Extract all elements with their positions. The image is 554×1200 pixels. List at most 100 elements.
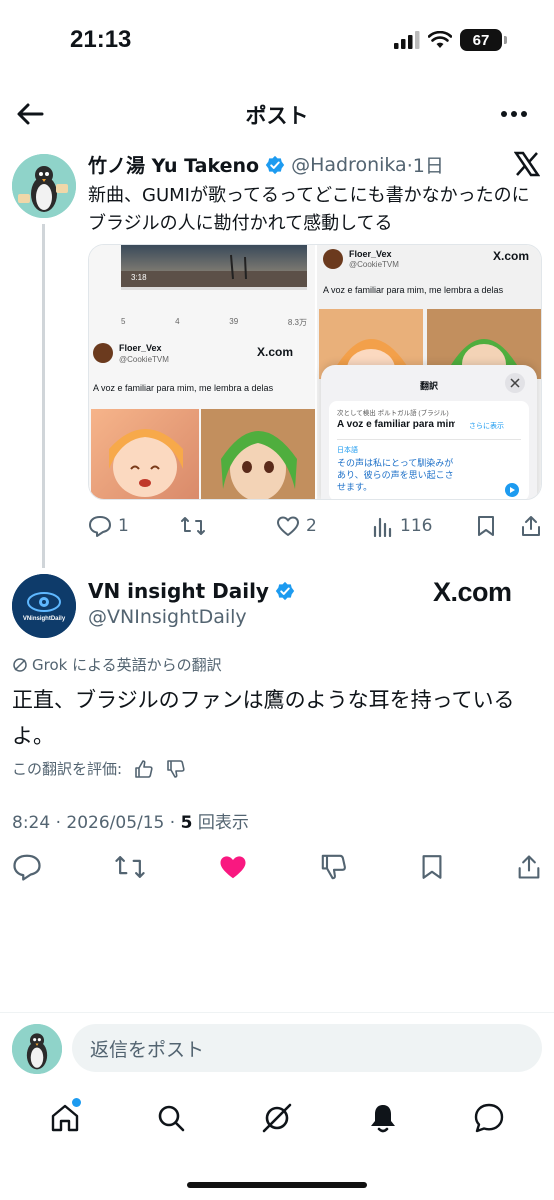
wifi-icon	[428, 31, 452, 48]
video-thumbnail	[121, 245, 307, 289]
mini-stat-views: 8.3万	[287, 318, 307, 327]
tweet2-author-name[interactable]: VN insight Daily	[88, 579, 269, 603]
avatar-caption: VNinsightDaily	[22, 616, 66, 622]
play-audio-button[interactable]	[505, 483, 519, 497]
tweet2-text: 正直、ブラジルのファンは鷹のような耳を持っているよ。	[12, 688, 515, 748]
vninsight-logo-image	[12, 574, 76, 638]
rate-translation-row: この翻訳を評価:	[12, 758, 186, 779]
divider	[337, 439, 521, 440]
green-hair-anime-image	[201, 409, 315, 499]
bell-icon	[371, 1105, 395, 1133]
avatar-takeno[interactable]	[12, 154, 76, 218]
verified-badge-icon	[265, 155, 285, 174]
tweet1-handle[interactable]: @Hadronika	[291, 154, 407, 176]
video-progress	[121, 287, 307, 290]
source-language: 次として検出 ポルトガル語 (ブラジル)	[337, 410, 449, 417]
repost-icon	[115, 856, 145, 878]
target-language: 日本語	[337, 447, 358, 454]
tweet2-name-row: VN insight Daily	[88, 579, 295, 603]
quote-text: A voz e familiar para mim, me lembra a d…	[93, 383, 274, 393]
nav-search[interactable]	[149, 1096, 193, 1140]
show-more-link[interactable]: さらに表示	[469, 421, 504, 431]
play-icon	[510, 487, 515, 493]
like-button[interactable]: 2	[276, 515, 372, 537]
verified-badge-icon	[275, 581, 295, 601]
bookmark-icon	[478, 516, 494, 536]
source-text: A voz e familiar para mim	[337, 419, 455, 430]
media-image-right[interactable]: Floer_Vex @CookieTVM X.com A voz e famil…	[317, 245, 541, 499]
heart-filled-icon	[220, 856, 246, 879]
thread-connector	[42, 224, 45, 568]
thumbs-down-icon	[321, 854, 346, 880]
nav-home[interactable]	[43, 1096, 87, 1140]
nav-grok[interactable]	[255, 1096, 299, 1140]
quote-brand: X.com	[257, 345, 294, 359]
repost-button[interactable]	[114, 853, 146, 881]
translated-text: その声は私にとって馴染みがあり、彼らの声を思い起こさせます。	[337, 458, 454, 492]
reply-icon	[13, 854, 41, 881]
tweet2-handle[interactable]: @VNInsightDaily	[88, 606, 247, 628]
translation-notice: Grok による英語からの翻訳	[12, 654, 222, 675]
tweet2-view-count: 5	[180, 813, 193, 833]
page-title: ポスト	[245, 104, 309, 128]
translate-card: 次として検出 ポルトガル語 (ブラジル) A voz e familiar pa…	[329, 401, 529, 499]
reply-input[interactable]: 返信をポスト	[72, 1024, 542, 1072]
views-button[interactable]: 116	[372, 515, 476, 537]
current-user-avatar[interactable]	[12, 1024, 62, 1074]
signal-icon	[394, 31, 420, 49]
mini-stats-row: 5 4 39 8.3万	[121, 317, 307, 328]
tweet1-author-name[interactable]: 竹ノ湯 Yu Takeno	[88, 151, 259, 178]
bookmark-icon	[422, 855, 442, 879]
status-time: 21:13	[70, 26, 132, 53]
nav-notifications[interactable]	[361, 1096, 405, 1140]
tweet2-timestamp: 8:24 · 2026/05/15 ·	[12, 813, 181, 833]
message-icon	[474, 1103, 504, 1133]
thumbs-up-icon[interactable]	[134, 759, 154, 779]
close-icon	[510, 378, 520, 388]
translation-notice-text: Grok による英語からの翻訳	[32, 656, 222, 674]
tweet1-media-grid[interactable]: 3:18 5 4 39 8.3万 Floer_Vex @CookieTVM X.…	[88, 244, 542, 500]
reply-button[interactable]	[12, 853, 42, 881]
more-button[interactable]	[496, 100, 532, 128]
heart-icon	[277, 516, 299, 536]
nav-messages[interactable]	[467, 1096, 511, 1140]
penguin-avatar-image	[12, 1024, 62, 1074]
home-indicator	[187, 1182, 367, 1188]
like-button[interactable]	[218, 853, 248, 881]
x-logo-icon	[514, 151, 540, 177]
xcom-brand-badge: X.com	[433, 577, 512, 607]
share-button[interactable]	[516, 853, 542, 881]
repost-icon	[181, 517, 205, 535]
mini-stat-reposts: 4	[175, 317, 180, 326]
translate-sheet: 翻訳 次として検出 ポルトガル語 (ブラジル) A voz e familiar…	[321, 365, 537, 499]
close-button[interactable]	[505, 373, 525, 393]
like-count: 2	[306, 516, 317, 536]
penguin-avatar-image	[12, 154, 76, 218]
quote-name: Floer_Vex	[119, 343, 162, 353]
tweet2-meta: 8:24 · 2026/05/15 · 5 回表示	[12, 808, 249, 833]
more-dots-icon	[501, 111, 527, 117]
tweet2-action-bar	[12, 850, 542, 884]
quote-handle: @CookieTVM	[349, 260, 399, 269]
quote-text: A voz e familiar para mim, me lembra a d…	[323, 285, 504, 295]
tweet1-time: ·1日	[406, 155, 444, 177]
video-duration: 3:18	[131, 273, 147, 282]
share-button[interactable]	[520, 514, 542, 538]
bookmark-button[interactable]	[420, 853, 444, 881]
media-image-left[interactable]: 3:18 5 4 39 8.3万 Floer_Vex @CookieTVM X.…	[89, 245, 315, 499]
bookmark-button[interactable]	[476, 515, 520, 537]
reply-icon	[89, 516, 111, 537]
reply-button[interactable]: 1	[88, 515, 180, 537]
notification-dot	[72, 1098, 81, 1107]
mini-stat-likes: 39	[229, 317, 239, 326]
dislike-button[interactable]	[320, 853, 348, 881]
tweet1-header: 竹ノ湯 Yu Takeno @Hadronika ·1日	[88, 151, 444, 178]
avatar-vninsight[interactable]: VNinsightDaily	[12, 574, 76, 638]
share-icon	[518, 855, 540, 879]
sea-scene-image	[121, 254, 307, 289]
repost-button[interactable]	[180, 515, 276, 537]
thumbs-down-icon[interactable]	[166, 759, 186, 779]
reply-divider	[0, 1012, 554, 1013]
grok-icon	[13, 657, 27, 672]
quote-avatar	[323, 249, 343, 269]
